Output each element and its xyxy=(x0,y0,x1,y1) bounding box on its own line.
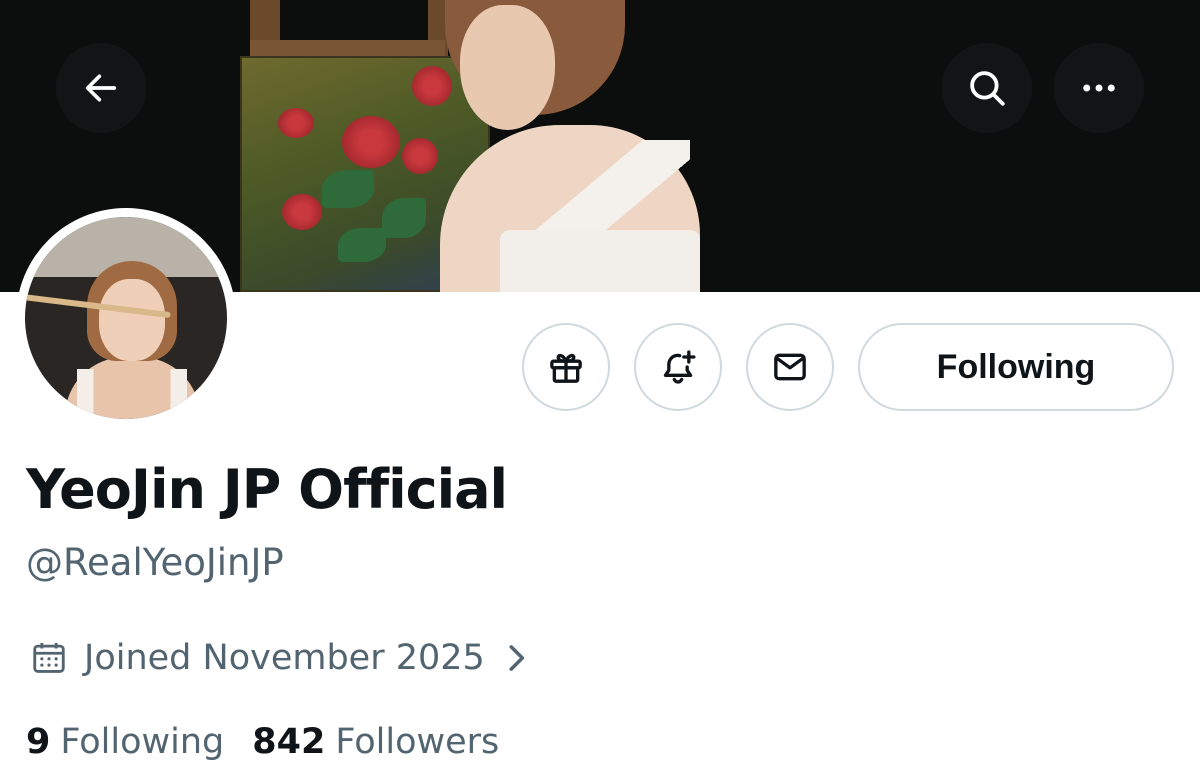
more-options-button[interactable] xyxy=(1054,43,1144,133)
back-button[interactable] xyxy=(56,43,146,133)
painting-flower xyxy=(278,108,314,138)
message-button[interactable] xyxy=(746,323,834,411)
painting-flower xyxy=(412,66,452,106)
username-handle: @RealYeoJinJP xyxy=(26,541,284,584)
following-count: 9 xyxy=(26,722,51,762)
gift-icon xyxy=(550,353,582,383)
painting-leaf xyxy=(322,170,374,208)
profile-avatar[interactable] xyxy=(16,208,236,428)
followers-label: Followers xyxy=(335,722,500,762)
more-horizontal-icon xyxy=(1083,84,1115,92)
follow-stats: 9 Following 842 Followers xyxy=(26,722,499,762)
search-button[interactable] xyxy=(942,43,1032,133)
joined-date: Joined November 2025 xyxy=(84,638,485,678)
arrow-left-icon xyxy=(85,74,117,102)
bell-plus-icon xyxy=(663,350,696,384)
chevron-right-icon xyxy=(509,645,524,671)
following-label: Following xyxy=(60,722,225,762)
followers-count-link[interactable]: 842 Followers xyxy=(252,722,499,762)
painting-flower xyxy=(342,116,400,168)
banner-person-top xyxy=(500,230,700,292)
banner-person-face xyxy=(460,5,555,130)
avatar-photo xyxy=(25,217,227,419)
notifications-button[interactable] xyxy=(634,323,722,411)
mail-icon xyxy=(774,353,806,381)
gift-button[interactable] xyxy=(522,323,610,411)
search-icon xyxy=(970,71,1005,106)
display-name: YeoJin JP Official xyxy=(26,458,508,521)
avatar-face xyxy=(99,279,165,361)
joined-date-row[interactable]: Joined November 2025 xyxy=(30,638,531,678)
painting-leaf xyxy=(338,228,386,262)
following-count-link[interactable]: 9 Following xyxy=(26,722,224,762)
followers-count: 842 xyxy=(252,722,326,762)
avatar-shirt xyxy=(77,369,187,419)
painting-leaf xyxy=(382,198,426,238)
painting-flower xyxy=(402,138,438,174)
following-button[interactable]: Following xyxy=(858,323,1174,411)
calendar-icon xyxy=(33,642,65,673)
painting-flower xyxy=(282,194,322,230)
